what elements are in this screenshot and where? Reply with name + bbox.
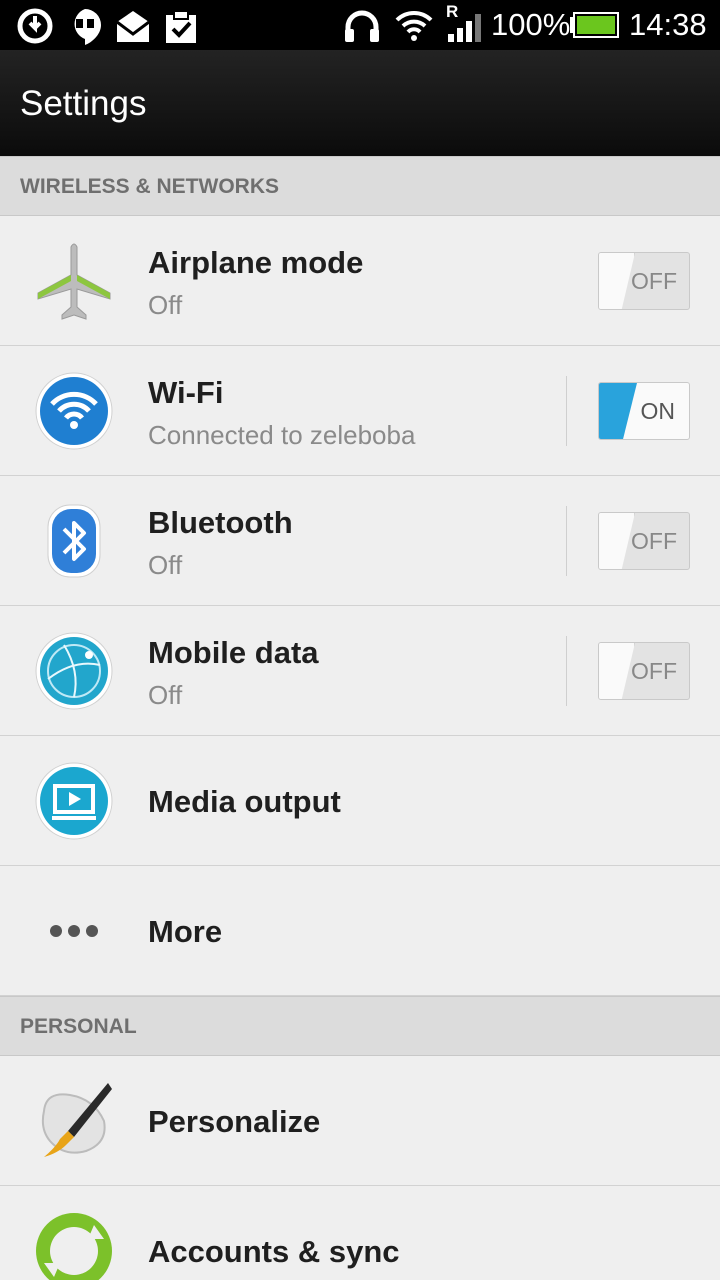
status-bar: R 100% 14:38 <box>0 0 720 50</box>
toggle-knob <box>599 513 635 569</box>
action-bar: Settings <box>0 50 720 156</box>
divider <box>566 506 567 576</box>
item-title: More <box>148 914 223 949</box>
divider <box>566 636 567 706</box>
more-dots-icon <box>50 925 98 937</box>
item-title: Media output <box>148 784 341 819</box>
item-title: Personalize <box>148 1104 321 1139</box>
settings-item-accounts-sync[interactable]: Accounts & sync <box>0 1186 720 1280</box>
battery-percent: 100% <box>491 7 571 42</box>
wifi-icon <box>35 372 113 450</box>
mobile-data-toggle[interactable]: OFF <box>598 642 690 700</box>
section-header-wireless: WIRELESS & NETWORKS <box>0 156 720 216</box>
sync-arrows-icon <box>36 1213 112 1280</box>
toggle-knob <box>599 253 635 309</box>
toggle-state: OFF <box>631 658 677 684</box>
item-title: Wi-Fi <box>148 375 224 410</box>
section-title: PERSONAL <box>20 1015 137 1038</box>
item-title: Mobile data <box>148 635 319 670</box>
clock: 14:38 <box>629 7 707 42</box>
wifi-icon <box>395 10 433 41</box>
toggle-knob <box>599 383 637 439</box>
signal-icon <box>448 14 481 42</box>
divider <box>566 376 567 446</box>
battery-icon <box>570 12 619 38</box>
section-header-personal: PERSONAL <box>0 996 720 1056</box>
bluetooth-icon <box>47 504 101 578</box>
settings-item-media-output[interactable]: Media output <box>0 736 720 866</box>
paintbrush-icon <box>41 1083 112 1157</box>
item-summary: Off <box>148 290 183 320</box>
airplane-icon <box>37 243 111 320</box>
mail-icon <box>116 11 150 42</box>
hangouts-icon <box>74 9 101 45</box>
item-title: Accounts & sync <box>148 1234 400 1269</box>
wifi-toggle[interactable]: ON <box>598 382 690 440</box>
settings-item-mobile-data[interactable]: Mobile data Off OFF <box>0 606 720 736</box>
page-title: Settings <box>20 84 147 123</box>
settings-item-more[interactable]: More <box>0 866 720 996</box>
screen-icon <box>35 762 113 840</box>
airplane-mode-toggle[interactable]: OFF <box>598 252 690 310</box>
settings-item-bluetooth[interactable]: Bluetooth Off OFF <box>0 476 720 606</box>
section-title: WIRELESS & NETWORKS <box>20 175 280 198</box>
settings-item-wifi[interactable]: Wi-Fi Connected to zeleboba ON <box>0 346 720 476</box>
item-summary: Off <box>148 680 183 710</box>
item-title: Bluetooth <box>148 505 293 540</box>
sync-icon <box>17 8 53 44</box>
item-summary: Off <box>148 550 183 580</box>
settings-item-personalize[interactable]: Personalize <box>0 1056 720 1186</box>
toggle-state: OFF <box>631 268 677 294</box>
bluetooth-toggle[interactable]: OFF <box>598 512 690 570</box>
item-summary: Connected to zeleboba <box>148 420 416 450</box>
toggle-knob <box>599 643 635 699</box>
item-title: Airplane mode <box>148 245 364 280</box>
toggle-state: OFF <box>631 528 677 554</box>
headset-icon <box>345 10 379 42</box>
toggle-state: ON <box>640 398 676 424</box>
globe-icon <box>35 632 113 710</box>
settings-item-airplane-mode[interactable]: Airplane mode Off OFF <box>0 216 720 346</box>
task-icon <box>166 10 196 43</box>
